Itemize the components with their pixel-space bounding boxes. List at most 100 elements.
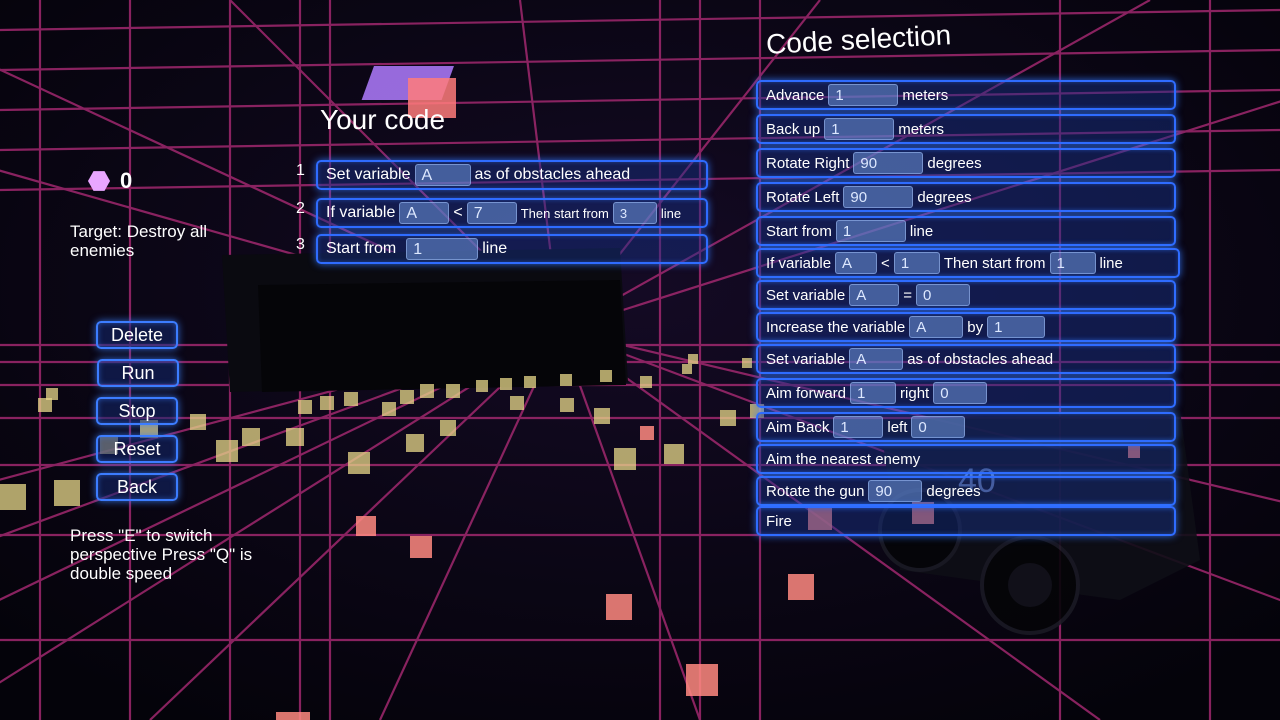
variable-slot[interactable]: A xyxy=(909,316,964,338)
energy-orb xyxy=(742,358,752,368)
value-slot[interactable]: 1 xyxy=(850,382,897,404)
code-line-text: Then start from xyxy=(520,205,609,221)
energy-orb xyxy=(500,378,512,390)
energy-orb xyxy=(560,398,574,412)
value-slot[interactable]: 90 xyxy=(853,152,924,174)
option-label: Rotate the gun xyxy=(766,482,865,500)
energy-orb xyxy=(356,516,376,536)
code-option-set-variable-obstacles[interactable]: Set variable A as of obstacles ahead xyxy=(756,344,1176,374)
option-text: left xyxy=(887,418,908,436)
energy-orb xyxy=(640,426,654,440)
option-text: right xyxy=(900,384,930,402)
value-slot[interactable]: 0 xyxy=(933,382,988,404)
code-option-start-from[interactable]: Start from 1 line xyxy=(756,216,1176,246)
energy-orb xyxy=(686,664,718,696)
option-unit: line xyxy=(909,222,934,240)
code-line-text: line xyxy=(482,240,508,257)
energy-orb xyxy=(524,376,536,388)
value-slot[interactable]: 1 xyxy=(824,118,895,140)
energy-orb xyxy=(420,384,434,398)
variable-slot[interactable]: A xyxy=(835,252,878,274)
operator-text: = xyxy=(903,286,912,304)
option-label: Rotate Left xyxy=(766,188,840,206)
run-button[interactable]: Run xyxy=(97,359,179,387)
option-label: Rotate Right xyxy=(766,154,850,172)
line-slot[interactable]: 1 xyxy=(1049,252,1096,274)
reset-button[interactable]: Reset xyxy=(96,435,178,463)
energy-orb xyxy=(320,396,334,410)
value-slot[interactable]: 1 xyxy=(835,220,906,242)
line-slot[interactable]: 1 xyxy=(406,238,479,260)
gem-counter: 0 xyxy=(88,168,132,194)
energy-orb xyxy=(0,484,26,510)
code-option-increase-variable[interactable]: Increase the variable A by 1 xyxy=(756,312,1176,342)
variable-slot[interactable]: A xyxy=(849,284,900,306)
option-unit: meters xyxy=(898,120,945,138)
energy-orb xyxy=(38,398,52,412)
code-line-label: If variable xyxy=(326,204,396,221)
code-option-rotate-left[interactable]: Rotate Left 90 degrees xyxy=(756,182,1176,212)
option-label: Aim the nearest enemy xyxy=(766,450,921,468)
code-option-rotate-right[interactable]: Rotate Right 90 degrees xyxy=(756,148,1176,178)
energy-orb xyxy=(406,434,424,452)
code-option-set-variable[interactable]: Set variable A = 0 xyxy=(756,280,1176,310)
code-line-text: as of obstacles ahead xyxy=(474,166,631,183)
stop-button[interactable]: Stop xyxy=(96,397,178,425)
energy-orb xyxy=(664,444,684,464)
value-slot[interactable]: 0 xyxy=(911,416,966,438)
value-slot[interactable]: 1 xyxy=(828,84,899,106)
delete-button[interactable]: Delete xyxy=(96,321,178,349)
operator-text: < xyxy=(453,204,463,221)
code-option-aim-forward[interactable]: Aim forward 1 right 0 xyxy=(756,378,1176,408)
code-line-1[interactable]: Set variable A as of obstacles ahead xyxy=(316,160,708,190)
variable-slot[interactable]: A xyxy=(399,202,450,224)
option-unit: meters xyxy=(902,86,949,104)
code-line-label: Set variable xyxy=(326,166,411,183)
energy-orb xyxy=(344,392,358,406)
line-number-1: 1 xyxy=(296,162,305,179)
code-option-fire[interactable]: Fire xyxy=(756,506,1176,536)
option-unit: as of obstacles ahead xyxy=(907,350,1054,368)
code-option-back-up[interactable]: Back up 1 meters xyxy=(756,114,1176,144)
value-slot[interactable]: 90 xyxy=(868,480,923,502)
energy-orb xyxy=(276,712,310,720)
energy-orb xyxy=(560,374,572,386)
value-slot[interactable]: 7 xyxy=(466,202,517,224)
energy-orb xyxy=(788,574,814,600)
energy-orb xyxy=(688,354,698,364)
target-text: Target: Destroy all enemies xyxy=(70,222,207,260)
option-label: Set variable xyxy=(766,286,846,304)
your-code-title: Your code xyxy=(320,104,446,135)
code-option-aim-nearest-enemy[interactable]: Aim the nearest enemy xyxy=(756,444,1176,474)
value-slot[interactable]: 1 xyxy=(987,316,1046,338)
code-line-label: Start from xyxy=(326,240,397,257)
code-option-if-variable[interactable]: If variable A < 1 Then start from 1 line xyxy=(756,248,1180,278)
option-unit: line xyxy=(1099,254,1123,272)
energy-orb xyxy=(382,402,396,416)
option-unit: degrees xyxy=(927,154,982,172)
variable-slot[interactable]: A xyxy=(849,348,904,370)
option-label: Aim Back xyxy=(766,418,830,436)
code-option-advance[interactable]: Advance 1 meters xyxy=(756,80,1176,110)
value-slot[interactable]: 0 xyxy=(915,284,970,306)
code-line-2[interactable]: If variable A < 7 Then start from 3 line xyxy=(316,198,708,228)
variable-slot[interactable]: A xyxy=(414,164,471,186)
energy-orb xyxy=(286,428,304,446)
controls-hint: Press "E" to switch perspective Press "Q… xyxy=(70,526,253,583)
value-slot[interactable]: 1 xyxy=(833,416,884,438)
energy-orb xyxy=(410,536,432,558)
gem-count-value: 0 xyxy=(120,168,133,193)
energy-orb xyxy=(46,388,58,400)
back-button[interactable]: Back xyxy=(96,473,178,501)
line-number-3: 3 xyxy=(296,236,305,253)
code-line-3[interactable]: Start from 1 line xyxy=(316,234,708,264)
code-option-rotate-gun[interactable]: Rotate the gun 90 degrees xyxy=(756,476,1176,506)
crate-block xyxy=(222,248,628,392)
energy-orb xyxy=(242,428,260,446)
line-slot[interactable]: 3 xyxy=(612,202,657,224)
code-option-aim-back[interactable]: Aim Back 1 left 0 xyxy=(756,412,1176,442)
energy-orb xyxy=(216,440,238,462)
value-slot[interactable]: 90 xyxy=(843,186,914,208)
operator-text: < xyxy=(881,254,890,272)
value-slot[interactable]: 1 xyxy=(893,252,940,274)
